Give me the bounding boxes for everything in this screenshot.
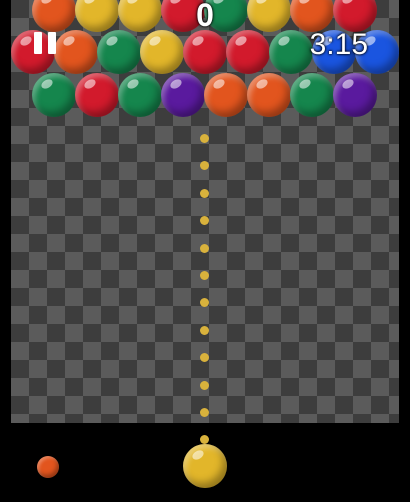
aim-dot (200, 271, 209, 280)
countdown-timer: 3:15 (309, 28, 368, 61)
aim-dot (200, 161, 209, 171)
aim-dot (200, 380, 209, 390)
pause-icon (34, 32, 42, 54)
aim-dot (200, 243, 209, 253)
aim-dot (200, 298, 209, 308)
aim-dot (200, 325, 209, 335)
game-screen[interactable]: 0 3:15 (0, 0, 410, 502)
shooter-bubble[interactable] (183, 444, 227, 488)
pause-button[interactable] (32, 32, 60, 58)
score-counter: 0 (196, 0, 214, 33)
aim-dot (200, 408, 209, 417)
aim-dot (200, 134, 209, 143)
aim-dot (200, 353, 209, 363)
aim-dot (200, 216, 209, 226)
next-bubble[interactable] (37, 456, 59, 478)
aim-guide (0, 0, 410, 450)
aim-dot (200, 188, 209, 198)
